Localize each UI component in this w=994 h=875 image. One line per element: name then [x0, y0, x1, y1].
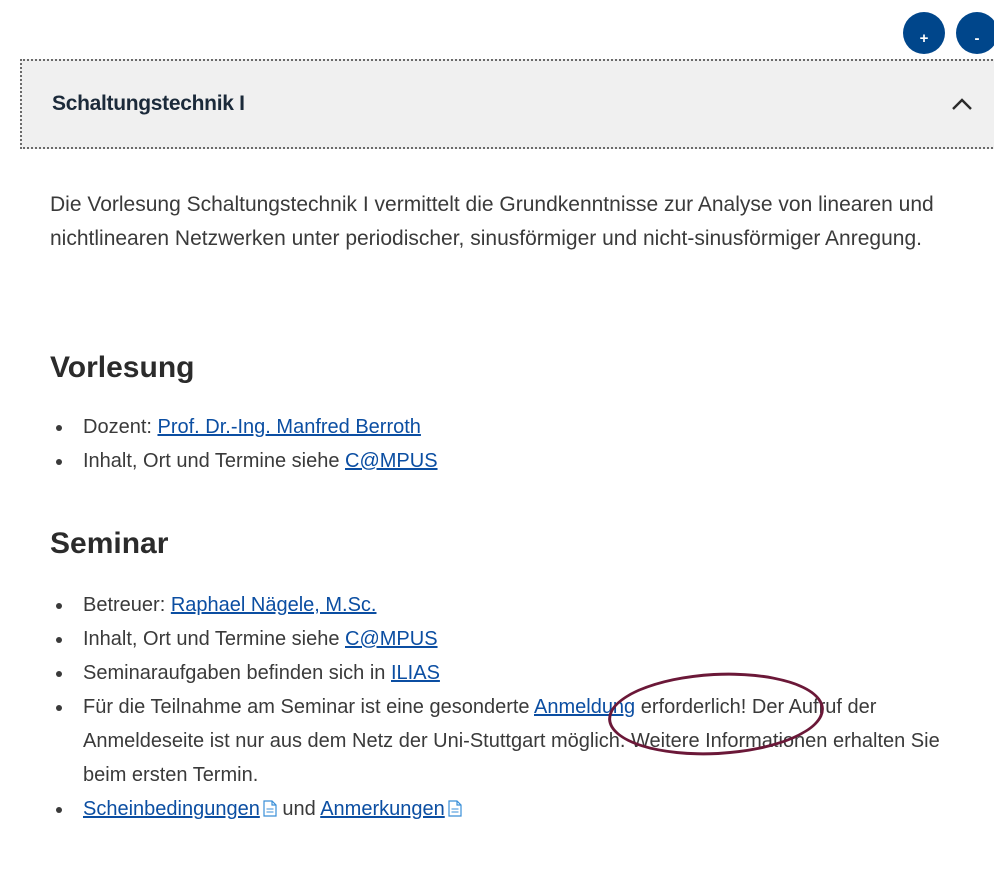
- betreuer-label: Betreuer:: [83, 594, 171, 616]
- intro-text: Die Vorlesung Schaltungstechnik I vermit…: [50, 193, 934, 250]
- zoom-in-button[interactable]: +: [903, 12, 945, 54]
- list-item-seminar-inhalt: Inhalt, Ort und Termine siehe C@MPUS: [50, 622, 980, 656]
- betreuer-link[interactable]: Raphael Nägele, M.Sc.: [171, 594, 377, 616]
- seminar-heading: Seminar: [50, 527, 169, 560]
- list-item-dozent: Dozent: Prof. Dr.-Ing. Manfred Berroth: [50, 410, 438, 444]
- pdf-icon[interactable]: [263, 800, 277, 817]
- vorlesung-inhalt-label: Inhalt, Ort und Termine siehe: [83, 450, 345, 472]
- list-item-aufgaben: Seminaraufgaben befinden sich in ILIAS: [50, 656, 980, 690]
- list-item-scheinbedingungen: Scheinbedingungen und Anmerkungen: [50, 792, 980, 826]
- ilias-link[interactable]: ILIAS: [391, 662, 440, 684]
- list-item-vorlesung-inhalt: Inhalt, Ort und Termine siehe C@MPUS: [50, 444, 438, 478]
- seminar-campus-link[interactable]: C@MPUS: [345, 628, 438, 650]
- zoom-out-button[interactable]: -: [956, 12, 994, 54]
- chevron-up-icon[interactable]: [950, 94, 974, 114]
- list-item-teilnahme: Für die Teilnahme am Seminar ist eine ge…: [50, 690, 980, 792]
- scheinbedingungen-link[interactable]: Scheinbedingungen: [83, 798, 260, 820]
- zoom-in-label: +: [919, 29, 929, 47]
- vorlesung-campus-link[interactable]: C@MPUS: [345, 450, 438, 472]
- zoom-controls: + -: [903, 8, 994, 56]
- vorlesung-heading: Vorlesung: [50, 351, 195, 384]
- seminar-list: Betreuer: Raphael Nägele, M.Sc. Inhalt, …: [50, 588, 980, 826]
- zoom-out-label: -: [974, 29, 980, 47]
- anmeldung-link[interactable]: Anmeldung: [534, 696, 635, 718]
- anmerkungen-link[interactable]: Anmerkungen: [320, 798, 445, 820]
- dozent-link[interactable]: Prof. Dr.-Ing. Manfred Berroth: [157, 416, 420, 438]
- accordion-content: Die Vorlesung Schaltungstechnik I vermit…: [50, 188, 980, 820]
- accordion-header[interactable]: Schaltungstechnik I: [20, 59, 994, 149]
- und-text: und: [276, 798, 321, 820]
- list-item-betreuer: Betreuer: Raphael Nägele, M.Sc.: [50, 588, 980, 622]
- aufgaben-label: Seminaraufgaben befinden sich in: [83, 662, 391, 684]
- dozent-label: Dozent:: [83, 416, 158, 438]
- teilnahme-text: Für die Teilnahme am Seminar ist eine ge…: [83, 696, 534, 718]
- vorlesung-list: Dozent: Prof. Dr.-Ing. Manfred Berroth I…: [50, 410, 438, 478]
- seminar-inhalt-label: Inhalt, Ort und Termine siehe: [83, 628, 345, 650]
- pdf-icon[interactable]: [448, 800, 462, 817]
- accordion-title: Schaltungstechnik I: [52, 92, 245, 115]
